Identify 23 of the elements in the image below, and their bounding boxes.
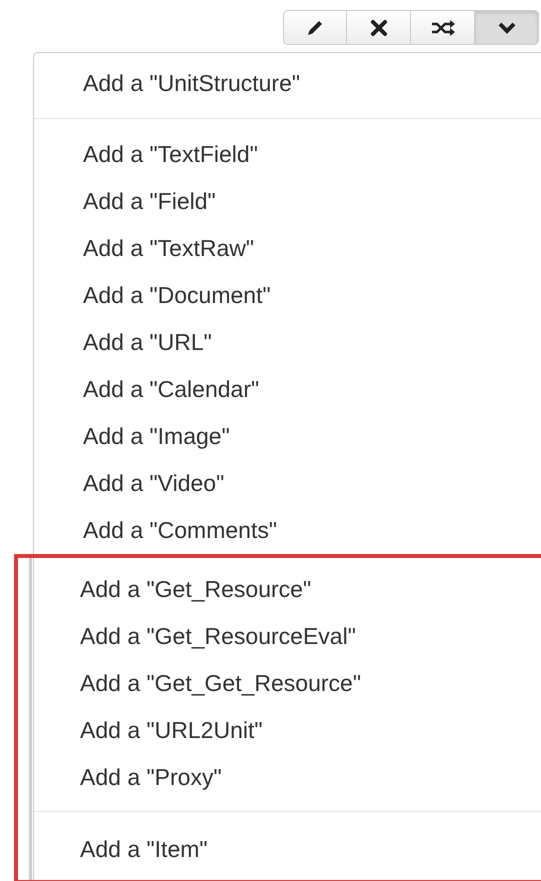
menu-item[interactable]: Add a "Video" (34, 460, 541, 507)
close-icon (370, 18, 388, 36)
menu-item[interactable]: Add a "URL" (34, 319, 541, 366)
menu-item[interactable]: Add a "Image" (34, 413, 541, 460)
delete-button[interactable] (347, 10, 411, 45)
menu-item[interactable]: Add a "Document" (34, 272, 541, 319)
shuffle-button[interactable] (411, 10, 475, 45)
menu-item[interactable]: Add a "Proxy" (32, 754, 541, 801)
menu-item[interactable]: Add a "TextRaw" (34, 225, 541, 272)
menu-item[interactable]: Add a "Field" (34, 178, 541, 225)
menu-item[interactable]: Add a "Get_ResourceEval" (32, 613, 541, 660)
menu-item[interactable]: Add a "UnitStructure" (34, 60, 541, 107)
menu-item[interactable]: Add a "TextField" (34, 131, 541, 178)
chevron-down-icon (496, 20, 516, 34)
dropdown-button[interactable] (475, 10, 539, 45)
menu-item[interactable]: Add a "Calendar" (34, 366, 541, 413)
menu-item[interactable]: Add a "Comments" (34, 507, 541, 554)
menu-item[interactable]: Add a "Get_Resource" (32, 566, 541, 613)
edit-button[interactable] (283, 10, 347, 45)
menu-item[interactable]: Add a "Get_Get_Resource" (32, 660, 541, 707)
menu-item[interactable]: Add a "Item" (32, 826, 541, 873)
shuffle-icon (430, 18, 456, 36)
menu-item[interactable]: Add a "URL2Unit" (32, 707, 541, 754)
